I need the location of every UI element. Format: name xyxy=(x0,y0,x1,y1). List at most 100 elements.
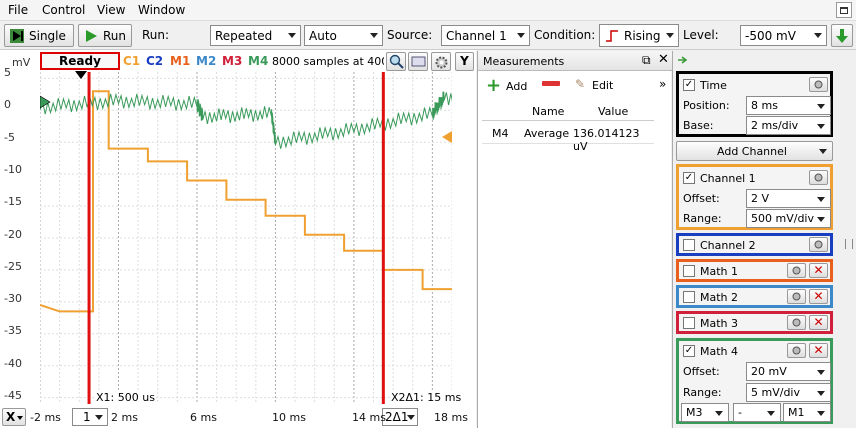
y-axis-button[interactable]: Y xyxy=(455,52,474,71)
chevron-down-icon xyxy=(407,415,415,420)
channel-1-panel: ✓ Channel 1 Offset: 2 V Range: 500 mV/di… xyxy=(676,164,833,230)
trigger-mode-select[interactable]: Auto xyxy=(304,25,383,46)
measurements-title: Measurements xyxy=(483,55,565,68)
math-3-panel: Math 3 ✕ xyxy=(676,311,833,334)
close-icon[interactable]: ✕ xyxy=(658,52,669,67)
math-4-source-1-select[interactable]: M3 xyxy=(681,403,729,422)
math-3-settings-button[interactable] xyxy=(787,315,806,330)
menu-bar: File Control View Window xyxy=(0,0,856,21)
channel-tag-c2[interactable]: C2 xyxy=(146,54,163,68)
channel-tag-m1[interactable]: M1 xyxy=(170,54,190,68)
channel-1-checkbox[interactable]: ✓ xyxy=(683,172,695,184)
restore-window-button[interactable] xyxy=(836,2,852,18)
channel-1-settings-button[interactable] xyxy=(809,170,828,185)
toolbar: Single Run Run: Repeated Auto Source: Ch… xyxy=(0,21,856,50)
channel-2-checkbox[interactable] xyxy=(683,239,695,251)
fit-view-button[interactable] xyxy=(408,52,428,71)
math-2-settings-button[interactable] xyxy=(787,289,806,304)
math-2-label: Math 2 xyxy=(700,291,739,304)
cursor-2-label: X2Δ1: 15 ms xyxy=(391,391,462,404)
x-tick-label: 6 ms xyxy=(190,411,217,424)
single-label: Single xyxy=(29,29,66,43)
channel-tag-c1[interactable]: C1 xyxy=(123,54,140,68)
chevron-down-icon xyxy=(817,197,825,202)
gear-icon xyxy=(814,173,823,182)
time-label: Time xyxy=(700,79,727,92)
math-4-checkbox[interactable]: ✓ xyxy=(683,345,695,357)
chevron-down-icon xyxy=(95,415,103,420)
chevron-down-icon xyxy=(817,411,825,416)
math-3-checkbox[interactable] xyxy=(683,317,695,329)
condition-select[interactable]: Rising xyxy=(599,24,679,47)
magnifier-icon xyxy=(389,54,404,69)
sample-info: 8000 samples at 400 kH xyxy=(272,55,384,68)
cursor-select[interactable]: 1 xyxy=(72,408,108,426)
chevron-down-icon xyxy=(814,33,822,38)
level-input[interactable]: -500 mV xyxy=(740,25,827,46)
x-tick-label: -2 ms xyxy=(30,411,61,424)
y-tick-label: -15 xyxy=(4,195,22,209)
math-1-remove-button[interactable]: ✕ xyxy=(809,263,828,278)
math-1-checkbox[interactable] xyxy=(683,265,695,277)
series-m4-line xyxy=(40,91,452,149)
arrow-down-icon xyxy=(836,29,848,43)
x-tick-label: 2 ms xyxy=(111,411,138,424)
float-icon[interactable]: ⧉ xyxy=(642,53,651,68)
waveform-plot[interactable] xyxy=(40,72,452,404)
splitter-handle[interactable] xyxy=(845,239,853,249)
math-1-settings-button[interactable] xyxy=(787,263,806,278)
math-4-remove-button[interactable]: ✕ xyxy=(809,343,828,358)
math-4-range-select[interactable]: 5 mV/div xyxy=(746,383,831,402)
status-badge: Ready xyxy=(40,52,120,70)
time-checkbox[interactable]: ✓ xyxy=(683,79,695,91)
math-2-remove-button[interactable]: ✕ xyxy=(809,289,828,304)
remove-icon[interactable] xyxy=(542,81,560,86)
time-base-select[interactable]: 2 ms/div xyxy=(746,116,831,135)
chevron-down-icon xyxy=(817,391,825,396)
add-channel-button[interactable]: Add Channel xyxy=(676,141,833,161)
gear-icon xyxy=(814,80,823,89)
channel-1-range-select[interactable]: 500 mV/div xyxy=(746,209,831,228)
y-tick-label: 0 xyxy=(4,98,11,112)
chevron-down-icon xyxy=(666,33,674,38)
y-tick-label: -10 xyxy=(4,162,22,176)
channel-tag-m3[interactable]: M3 xyxy=(222,54,242,68)
channel-1-offset-select[interactable]: 2 V xyxy=(746,189,831,208)
pencil-icon: ✎ xyxy=(575,77,586,91)
settings-button[interactable] xyxy=(431,52,451,71)
math-4-offset-select[interactable]: 20 mV xyxy=(746,362,831,381)
time-settings-button[interactable] xyxy=(809,77,828,92)
table-row[interactable]: M4 Average 136.014123 uV xyxy=(482,122,654,153)
channel-settings-panel: ✓ Time Position: 8 ms Base: 2 ms/div Add… xyxy=(672,51,856,428)
math-2-checkbox[interactable] xyxy=(683,291,695,303)
menu-view[interactable]: View xyxy=(97,3,125,17)
channel-tag-m2[interactable]: M2 xyxy=(196,54,216,68)
condition-label: Condition: xyxy=(534,28,596,42)
trigger-down-button[interactable] xyxy=(831,24,853,47)
menu-file[interactable]: File xyxy=(8,3,28,17)
math-4-settings-button[interactable] xyxy=(787,343,806,358)
source-select[interactable]: Channel 1 xyxy=(441,25,530,46)
overflow-icon[interactable]: » xyxy=(659,77,666,91)
row-channel: M4 xyxy=(492,127,509,140)
channel-tag-m4[interactable]: M4 xyxy=(248,54,268,68)
run-button[interactable]: Run xyxy=(78,24,132,47)
time-position-select[interactable]: 8 ms xyxy=(746,96,831,115)
channel-2-settings-button[interactable] xyxy=(809,237,828,252)
menu-control[interactable]: Control xyxy=(42,3,85,17)
measurements-panel: Measurements ⧉ ✕ + Add ✎ Edit » Name Val… xyxy=(477,51,672,428)
play-icon xyxy=(86,30,97,42)
math-4-operator-select[interactable]: - xyxy=(733,403,781,422)
single-button[interactable]: Single xyxy=(4,24,74,47)
gear-icon xyxy=(792,292,801,301)
x-axis-button[interactable]: X xyxy=(2,408,26,426)
delta-select[interactable]: 2Δ1 xyxy=(382,408,418,426)
menu-window[interactable]: Window xyxy=(138,3,185,17)
math-3-remove-button[interactable]: ✕ xyxy=(809,315,828,330)
run-mode-select[interactable]: Repeated xyxy=(210,25,301,46)
math-4-source-2-select[interactable]: M1 xyxy=(783,403,831,422)
arrow-right-icon xyxy=(678,56,688,64)
zoom-button[interactable] xyxy=(386,52,406,71)
chevron-down-icon xyxy=(517,33,525,38)
chevron-down-icon xyxy=(817,217,825,222)
